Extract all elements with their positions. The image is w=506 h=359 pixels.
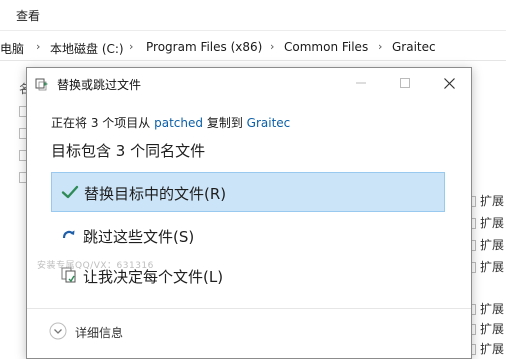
conflict-headline: 目标包含 3 个同名文件: [51, 142, 206, 160]
copy-info-line: 正在将 3 个项目从 patched 复制到 Graitec: [51, 114, 290, 131]
chevron-down-icon: [49, 322, 67, 340]
close-icon: [443, 77, 455, 89]
dialog-title: 替换或跳过文件: [57, 78, 142, 92]
file-type-cell: 扩展: [480, 342, 505, 356]
file-type-cell: 扩展: [480, 302, 505, 316]
decide-each-file-label: 让我决定每个文件(L): [83, 268, 224, 286]
skip-arrow-icon: [60, 226, 78, 244]
replace-files-label: 替换目标中的文件(R): [84, 185, 227, 203]
breadcrumb-separator-icon: ›: [36, 40, 41, 53]
close-button[interactable]: [427, 68, 471, 98]
file-type-cell: 扩展: [480, 238, 505, 252]
ribbon-tab-view[interactable]: 查看: [16, 7, 40, 24]
replace-files-option[interactable]: 替换目标中的文件(R): [51, 172, 445, 212]
breadcrumb-separator-icon: ›: [378, 40, 383, 53]
breadcrumb-graitec[interactable]: Graitec: [392, 40, 436, 54]
details-label: 详细信息: [75, 326, 124, 340]
file-type-cell: 扩展: [480, 194, 505, 208]
copy-files-icon: [35, 77, 49, 91]
minimize-icon: [356, 82, 366, 84]
file-type-cell: 扩展: [480, 260, 505, 274]
copy-info-middle: 复制到: [206, 116, 243, 130]
replace-or-skip-dialog: 替换或跳过文件 正在将 3 个项目从 patched 复制到 Graitec 目…: [26, 67, 472, 359]
breadcrumb-separator-icon: ›: [270, 40, 275, 53]
maximize-button[interactable]: [383, 68, 427, 98]
explorer-ribbon: 查看: [0, 0, 506, 31]
breadcrumb-separator-icon: ›: [129, 40, 134, 53]
file-type-cell: 扩展: [480, 322, 505, 336]
file-type-cell: 扩展: [480, 216, 505, 230]
address-bar[interactable]: 电脑 › 本地磁盘 (C:) › Program Files (x86) › C…: [0, 34, 506, 61]
skip-files-label: 跳过这些文件(S): [83, 228, 195, 246]
check-icon: [61, 183, 79, 201]
breadcrumb-program-files[interactable]: Program Files (x86): [146, 40, 262, 54]
breadcrumb-common-files[interactable]: Common Files: [284, 40, 368, 54]
copy-info-prefix: 正在将 3 个项目从: [51, 116, 151, 130]
minimize-button[interactable]: [339, 68, 383, 98]
skip-files-option[interactable]: 跳过这些文件(S): [51, 216, 445, 256]
destination-folder-link[interactable]: Graitec: [247, 116, 291, 130]
breadcrumb-local-disk[interactable]: 本地磁盘 (C:): [50, 40, 124, 57]
dialog-divider: [27, 308, 471, 309]
breadcrumb-this-pc[interactable]: 电脑: [0, 40, 24, 57]
maximize-icon: [400, 78, 410, 88]
source-folder-link[interactable]: patched: [154, 116, 203, 130]
dialog-titlebar[interactable]: 替换或跳过文件: [27, 68, 471, 100]
decide-each-file-option[interactable]: 让我决定每个文件(L): [51, 256, 445, 296]
decide-files-icon: [60, 266, 78, 284]
